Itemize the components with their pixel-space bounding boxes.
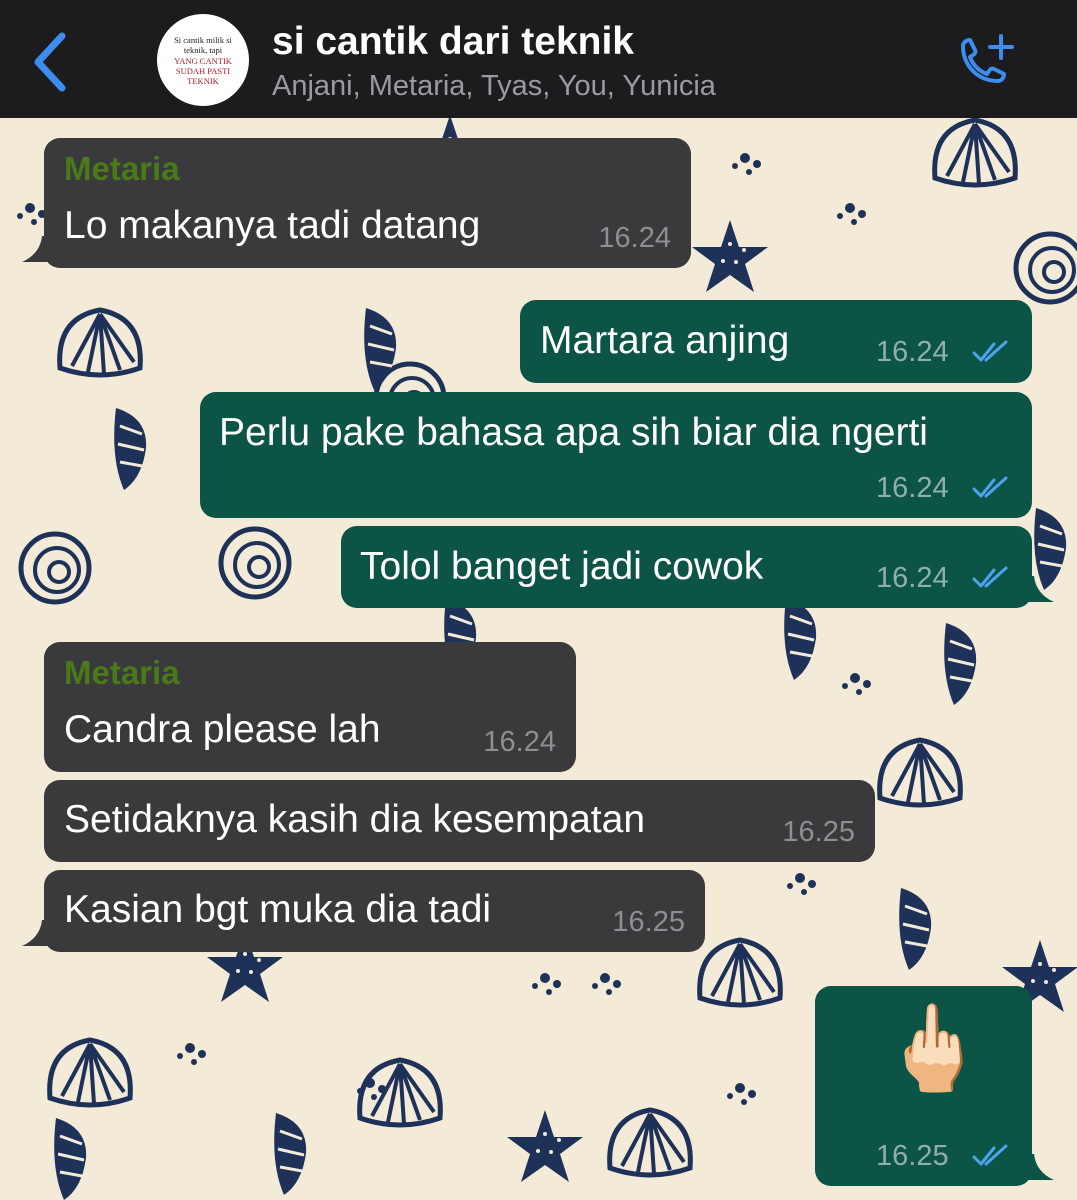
outgoing-message[interactable]: Tolol banget jadi cowok 16.24: [341, 526, 1032, 608]
avatar-text-top: Si cantik milik si teknik, tapi: [174, 34, 232, 55]
sender-name: Metaria: [64, 150, 180, 187]
read-receipt-icon: [972, 476, 1008, 498]
message-time: 16.25: [876, 1140, 949, 1172]
read-receipt-icon: [972, 1144, 1008, 1166]
incoming-message[interactable]: Metaria Lo makanya tadi datang 16.24: [44, 138, 691, 268]
message-text: Kasian bgt muka dia tadi: [64, 888, 492, 931]
group-title[interactable]: si cantik dari teknik: [272, 20, 634, 64]
message-time: 16.24: [876, 472, 949, 504]
message-text: Tolol banget jadi cowok: [360, 545, 764, 588]
incoming-message[interactable]: Metaria Candra please lah 16.24: [44, 642, 576, 772]
chat-header: Si cantik milik si teknik, tapi YANG CAN…: [0, 0, 1077, 118]
message-emoji: 🖕🏻: [881, 1001, 986, 1095]
phone-add-icon: [961, 34, 1014, 83]
group-avatar[interactable]: Si cantik milik si teknik, tapi YANG CAN…: [157, 14, 249, 106]
bubble-tail: [1028, 576, 1054, 602]
incoming-message[interactable]: Kasian bgt muka dia tadi 16.25: [44, 870, 705, 952]
message-time: 16.24: [876, 336, 949, 368]
message-text: Perlu pake bahasa apa sih biar dia ngert…: [219, 411, 928, 454]
bubble-tail: [22, 920, 48, 946]
read-receipt-icon: [972, 340, 1008, 362]
back-button[interactable]: [28, 30, 76, 94]
chevron-left-icon: [34, 32, 66, 92]
outgoing-emoji-message[interactable]: 🖕🏻 16.25: [815, 986, 1032, 1186]
outgoing-message[interactable]: Perlu pake bahasa apa sih biar dia ngert…: [200, 392, 1032, 518]
message-text: Lo makanya tadi datang: [64, 204, 481, 247]
group-participants[interactable]: Anjani, Metaria, Tyas, You, Yunicia: [272, 70, 716, 103]
chat-area[interactable]: Metaria Lo makanya tadi datang 16.24 Mar…: [0, 118, 1077, 1200]
message-text: Martara anjing: [540, 319, 790, 362]
avatar-text-bottom: YANG CANTIK SUDAH PASTI TEKNIK: [174, 55, 232, 86]
bubble-tail: [1028, 1154, 1054, 1180]
incoming-message[interactable]: Setidaknya kasih dia kesempatan 16.25: [44, 780, 875, 862]
message-text: Setidaknya kasih dia kesempatan: [64, 798, 646, 841]
message-time: 16.24: [876, 562, 949, 594]
add-call-button[interactable]: [953, 34, 1017, 92]
outgoing-message[interactable]: Martara anjing 16.24: [520, 300, 1032, 383]
message-text: Candra please lah: [64, 708, 381, 751]
message-time: 16.25: [782, 816, 855, 848]
read-receipt-icon: [972, 566, 1008, 588]
message-time: 16.24: [598, 222, 671, 254]
message-time: 16.25: [612, 906, 685, 938]
message-time: 16.24: [483, 726, 556, 758]
sender-name: Metaria: [64, 654, 180, 691]
